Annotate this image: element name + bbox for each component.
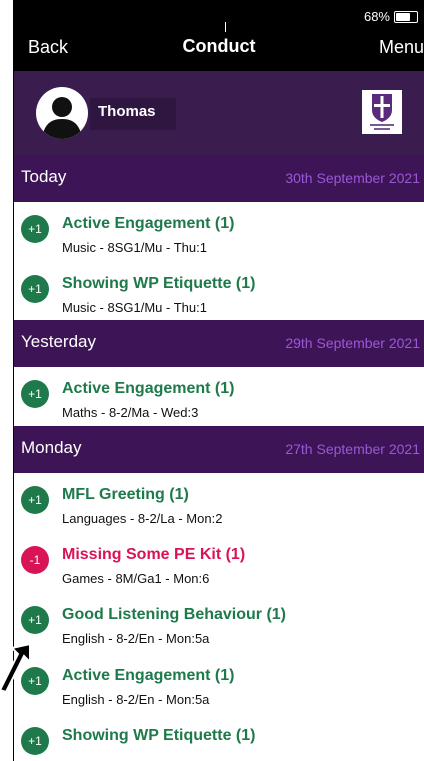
- positive-points-badge: +1: [21, 275, 49, 303]
- battery-icon: [394, 10, 418, 23]
- item-title: Showing WP Etiquette (1): [62, 275, 256, 292]
- menu-button[interactable]: Menu: [379, 37, 424, 58]
- item-detail: English - 8-2/En - Mon:5a: [62, 631, 210, 646]
- battery-fill: [396, 12, 410, 21]
- positive-points-badge: +1: [21, 380, 49, 408]
- item-title: Missing Some PE Kit (1): [62, 546, 246, 563]
- avatar[interactable]: [36, 87, 88, 139]
- item-title: Active Engagement (1): [62, 380, 235, 397]
- item-title: MFL Greeting (1): [62, 486, 189, 503]
- app-screen: 68% Back Conduct Menu Thomas Today 30th …: [14, 0, 424, 761]
- list-item[interactable]: -1 Missing Some PE Kit (1) Games - 8M/Ga…: [14, 533, 424, 593]
- school-logo: [362, 90, 402, 134]
- list-item[interactable]: +1 Good Listening Behaviour (1) English …: [14, 593, 424, 653]
- item-detail: English - 8-2/En - Mon:5a: [62, 692, 210, 707]
- item-title: Showing WP Etiquette (1): [62, 727, 256, 744]
- list-item[interactable]: +1 Showing WP Etiquette (1): [14, 714, 424, 761]
- item-detail: Music - 8SG1/Mu - Thu:1: [62, 240, 207, 255]
- item-detail: Languages - 8-2/La - Mon:2: [62, 511, 223, 526]
- section-day-label: Today: [21, 167, 67, 186]
- section-date-label: 27th September 2021: [285, 441, 420, 457]
- list-item[interactable]: +1 Active Engagement (1) English - 8-2/E…: [14, 654, 424, 714]
- item-title: Active Engagement (1): [62, 215, 235, 232]
- positive-points-badge: +1: [21, 486, 49, 514]
- positive-points-badge: +1: [21, 606, 49, 634]
- item-detail: Maths - 8-2/Ma - Wed:3: [62, 405, 199, 420]
- section-date-label: 30th September 2021: [285, 170, 420, 186]
- cursor-arrow-icon: [0, 642, 31, 694]
- section-day-label: Yesterday: [21, 332, 96, 351]
- section-header-monday: Monday 27th September 2021: [14, 426, 424, 473]
- list-item[interactable]: +1 MFL Greeting (1) Languages - 8-2/La -…: [14, 473, 424, 533]
- navigation-bar: 68% Back Conduct Menu: [14, 0, 424, 71]
- section-header-yesterday: Yesterday 29th September 2021: [14, 320, 424, 367]
- positive-points-badge: +1: [21, 727, 49, 755]
- person-icon: [42, 97, 82, 139]
- section-header-today: Today 30th September 2021: [14, 155, 424, 202]
- item-title: Good Listening Behaviour (1): [62, 606, 287, 623]
- list-item[interactable]: +1 Active Engagement (1) Music - 8SG1/Mu…: [14, 202, 424, 262]
- negative-points-badge: -1: [21, 546, 49, 574]
- battery-status: 68%: [364, 9, 418, 24]
- status-indicator: [225, 22, 226, 32]
- section-date-label: 29th September 2021: [285, 335, 420, 351]
- list-item[interactable]: +1 Showing WP Etiquette (1) Music - 8SG1…: [14, 262, 424, 322]
- positive-points-badge: +1: [21, 215, 49, 243]
- item-detail: Music - 8SG1/Mu - Thu:1: [62, 300, 207, 315]
- item-title: Active Engagement (1): [62, 667, 235, 684]
- list-item[interactable]: +1 Active Engagement (1) Maths - 8-2/Ma …: [14, 367, 424, 427]
- item-detail: Games - 8M/Ga1 - Mon:6: [62, 571, 210, 586]
- battery-percent: 68%: [363, 9, 390, 24]
- student-name: Thomas: [98, 103, 156, 120]
- page-title: Conduct: [182, 36, 256, 56]
- section-day-label: Monday: [21, 438, 82, 457]
- student-profile-header: Thomas: [14, 71, 424, 155]
